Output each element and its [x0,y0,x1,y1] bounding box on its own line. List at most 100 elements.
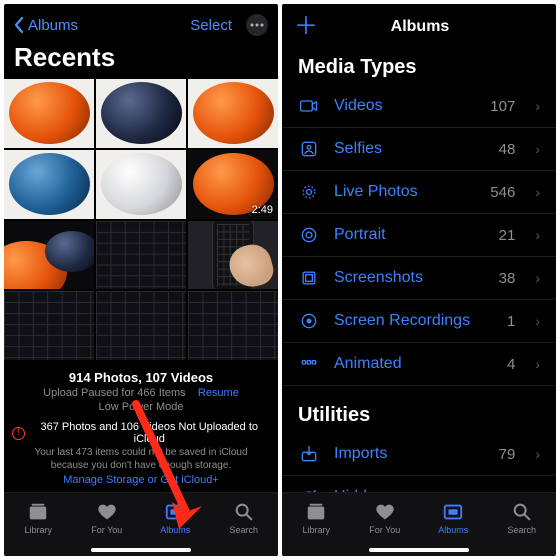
row-label: Screen Recordings [334,312,493,330]
row-label: Animated [334,355,493,373]
chevron-right-icon: › [535,356,540,372]
not-uploaded-desc: Your last 473 items could not be saved i… [30,447,252,472]
manage-storage-link[interactable]: Manage Storage or Get iCloud+ [12,474,270,486]
photo-thumb[interactable] [188,221,278,290]
row-count: 79 [499,446,516,463]
photo-thumb[interactable] [4,291,94,360]
row-label: Imports [334,445,485,463]
tab-label: Albums [160,525,190,535]
photo-thumb[interactable] [96,150,186,219]
right-header: ＋ Albums [282,4,556,46]
photo-grid: 2:49 [4,79,278,360]
chevron-left-icon [14,17,24,33]
tab-label: Search [507,525,536,535]
photo-thumb[interactable] [188,291,278,360]
video-duration: 2:49 [252,204,273,216]
search-icon [233,501,255,523]
screen-recordings-icon [298,310,320,332]
tab-label: Library [24,525,52,535]
row-imports[interactable]: Imports 79 › [282,433,556,476]
row-count: 546 [490,184,515,201]
row-label: Selfies [334,140,485,158]
chevron-right-icon: › [535,270,540,286]
tab-albums[interactable]: Albums [141,493,210,542]
tab-label: For You [369,525,400,535]
chevron-right-icon: › [535,184,540,200]
library-icon [305,501,327,523]
photo-thumb[interactable] [188,79,278,148]
row-count: 107 [490,98,515,115]
add-button[interactable]: ＋ [294,20,318,34]
library-icon [27,501,49,523]
row-screen-recordings[interactable]: Screen Recordings 1 › [282,300,556,343]
row-videos[interactable]: Videos 107 › [282,85,556,128]
status-area: 914 Photos, 107 Videos Upload Paused for… [4,360,278,492]
photo-counts: 914 Photos, 107 Videos [12,370,270,385]
imports-icon [298,443,320,465]
chevron-right-icon: › [535,446,540,462]
left-screen-recents: Albums Select Recents 2:49 [4,4,278,556]
left-header: Albums Select Recents [4,4,278,79]
tab-foryou[interactable]: For You [351,493,420,542]
more-button[interactable] [246,14,268,36]
tab-search[interactable]: Search [210,493,279,542]
heart-icon [374,501,396,523]
photo-thumb[interactable] [96,79,186,148]
row-count: 21 [499,227,516,244]
video-thumb[interactable]: 2:49 [188,150,278,219]
back-button[interactable]: Albums [14,17,78,34]
row-count: 1 [507,313,515,330]
live-photos-icon [298,181,320,203]
photo-thumb[interactable] [96,221,186,290]
tab-bar: Library For You Albums Search [4,492,278,556]
row-label: Screenshots [334,269,485,287]
page-title: Recents [14,42,268,73]
select-button[interactable]: Select [190,17,232,34]
section-media-types: Media Types [282,46,556,85]
photo-thumb[interactable] [4,150,94,219]
tab-library[interactable]: Library [4,493,73,542]
tab-label: Library [302,525,330,535]
tab-label: Albums [438,525,468,535]
tab-bar: Library For You Albums Search [282,492,556,556]
albums-icon [164,501,186,523]
chevron-right-icon: › [535,313,540,329]
albums-icon [442,501,464,523]
back-label: Albums [28,17,78,34]
photo-thumb[interactable] [4,79,94,148]
tab-label: For You [91,525,122,535]
tab-albums[interactable]: Albums [419,493,488,542]
chevron-right-icon: › [535,141,540,157]
row-screenshots[interactable]: Screenshots 38 › [282,257,556,300]
video-icon [298,95,320,117]
chevron-right-icon: › [535,227,540,243]
row-selfies[interactable]: Selfies 48 › [282,128,556,171]
home-indicator[interactable] [91,548,191,552]
ellipsis-icon [250,23,264,27]
row-label: Portrait [334,226,485,244]
row-count: 48 [499,141,516,158]
row-hidden[interactable]: Hidden 3 › [282,476,556,492]
home-indicator[interactable] [369,548,469,552]
row-portrait[interactable]: Portrait 21 › [282,214,556,257]
row-label: Live Photos [334,183,476,201]
photo-thumb[interactable] [4,221,94,290]
row-count: 38 [499,270,516,287]
portrait-icon [298,224,320,246]
photo-thumb[interactable] [96,291,186,360]
row-label: Videos [334,97,476,115]
row-live-photos[interactable]: Live Photos 546 › [282,171,556,214]
heart-icon [96,501,118,523]
search-icon [511,501,533,523]
tab-search[interactable]: Search [488,493,557,542]
resume-link[interactable]: Resume [198,387,239,399]
chevron-right-icon: › [535,98,540,114]
row-animated[interactable]: Animated 4 › [282,343,556,386]
tab-library[interactable]: Library [282,493,351,542]
header-title: Albums [391,18,450,36]
screenshots-icon [298,267,320,289]
right-screen-albums: ＋ Albums Media Types Videos 107 › Selfie… [282,4,556,556]
warning-icon: ! [12,427,25,440]
upload-paused-text: Upload Paused for 466 Items [43,387,185,399]
tab-foryou[interactable]: For You [73,493,142,542]
